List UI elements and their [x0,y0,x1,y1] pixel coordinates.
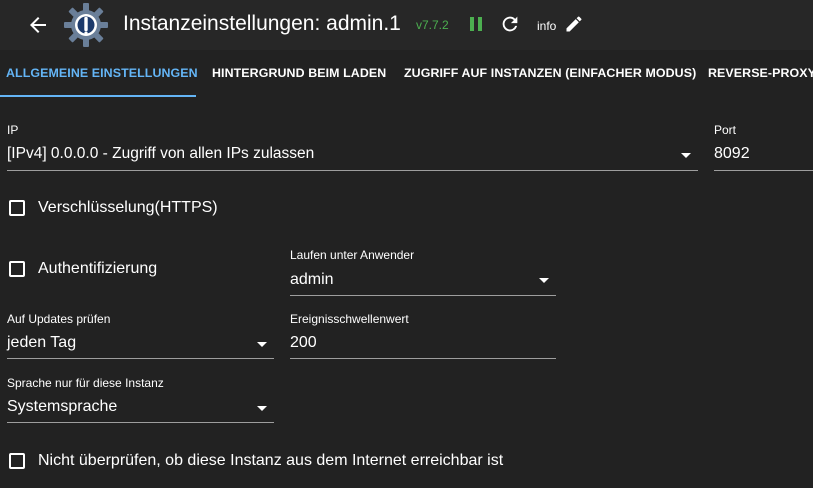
version-label: v7.7.2 [416,18,449,32]
tab-instance-access[interactable]: Zugriff auf Instanzen (einfacher Modus) [404,50,696,97]
admin-logo-icon [64,3,108,47]
updates-label: Auf Updates prüfen [7,312,111,326]
threshold-input[interactable]: 200 [290,334,317,352]
https-label[interactable]: Verschlüsselung(HTTPS) [38,199,218,217]
info-label[interactable]: info [537,19,556,33]
top-bar: Instanzeinstellungen: admin.1 v7.7.2 inf… [0,0,813,50]
page-title: Instanzeinstellungen: admin.1 [123,12,401,35]
run-as-label: Laufen unter Anwender [290,248,415,262]
threshold-label: Ereignisschwellenwert [290,312,409,326]
port-input[interactable]: 8092 [714,145,750,163]
updates-dropdown-caret-icon[interactable] [257,342,267,347]
updates-select[interactable]: jeden Tag [7,334,76,352]
arrow-back-icon[interactable] [26,13,50,37]
ip-dropdown-caret-icon[interactable] [681,153,691,158]
tab-general-settings[interactable]: Allgemeine Einstellungen [6,50,198,97]
threshold-underline [290,358,556,359]
tab-background-loading[interactable]: Hintergrund beim Laden [212,50,386,97]
port-underline [714,170,813,171]
pause-icon[interactable] [468,15,484,33]
ip-select[interactable]: [IPv4] 0.0.0.0 - Zugriff von allen IPs z… [7,145,314,163]
language-label: Sprache nur für diese Instanz [7,376,164,390]
ip-label: IP [7,123,19,137]
auth-checkbox[interactable] [9,261,25,277]
pencil-icon[interactable] [564,14,584,34]
run-as-dropdown-caret-icon[interactable] [539,278,549,283]
updates-underline [7,358,274,359]
language-select[interactable]: Systemsprache [7,398,117,416]
refresh-icon[interactable] [499,13,521,35]
run-as-select[interactable]: admin [290,271,334,289]
tab-bar: Allgemeine Einstellungen Hintergrund bei… [0,50,813,98]
port-label: Port [714,123,737,137]
auth-label[interactable]: Authentifizierung [38,260,157,278]
language-dropdown-caret-icon[interactable] [257,406,267,411]
no-internet-check-checkbox[interactable] [9,453,25,469]
https-checkbox[interactable] [9,200,25,216]
active-tab-indicator [0,95,196,97]
ip-underline [7,170,698,171]
run-as-underline [290,295,556,296]
no-internet-check-label[interactable]: Nicht überprüfen, ob diese Instanz aus d… [38,452,503,470]
language-underline [7,422,274,423]
tab-reverse-proxy[interactable]: Reverse-Proxy [708,50,813,97]
